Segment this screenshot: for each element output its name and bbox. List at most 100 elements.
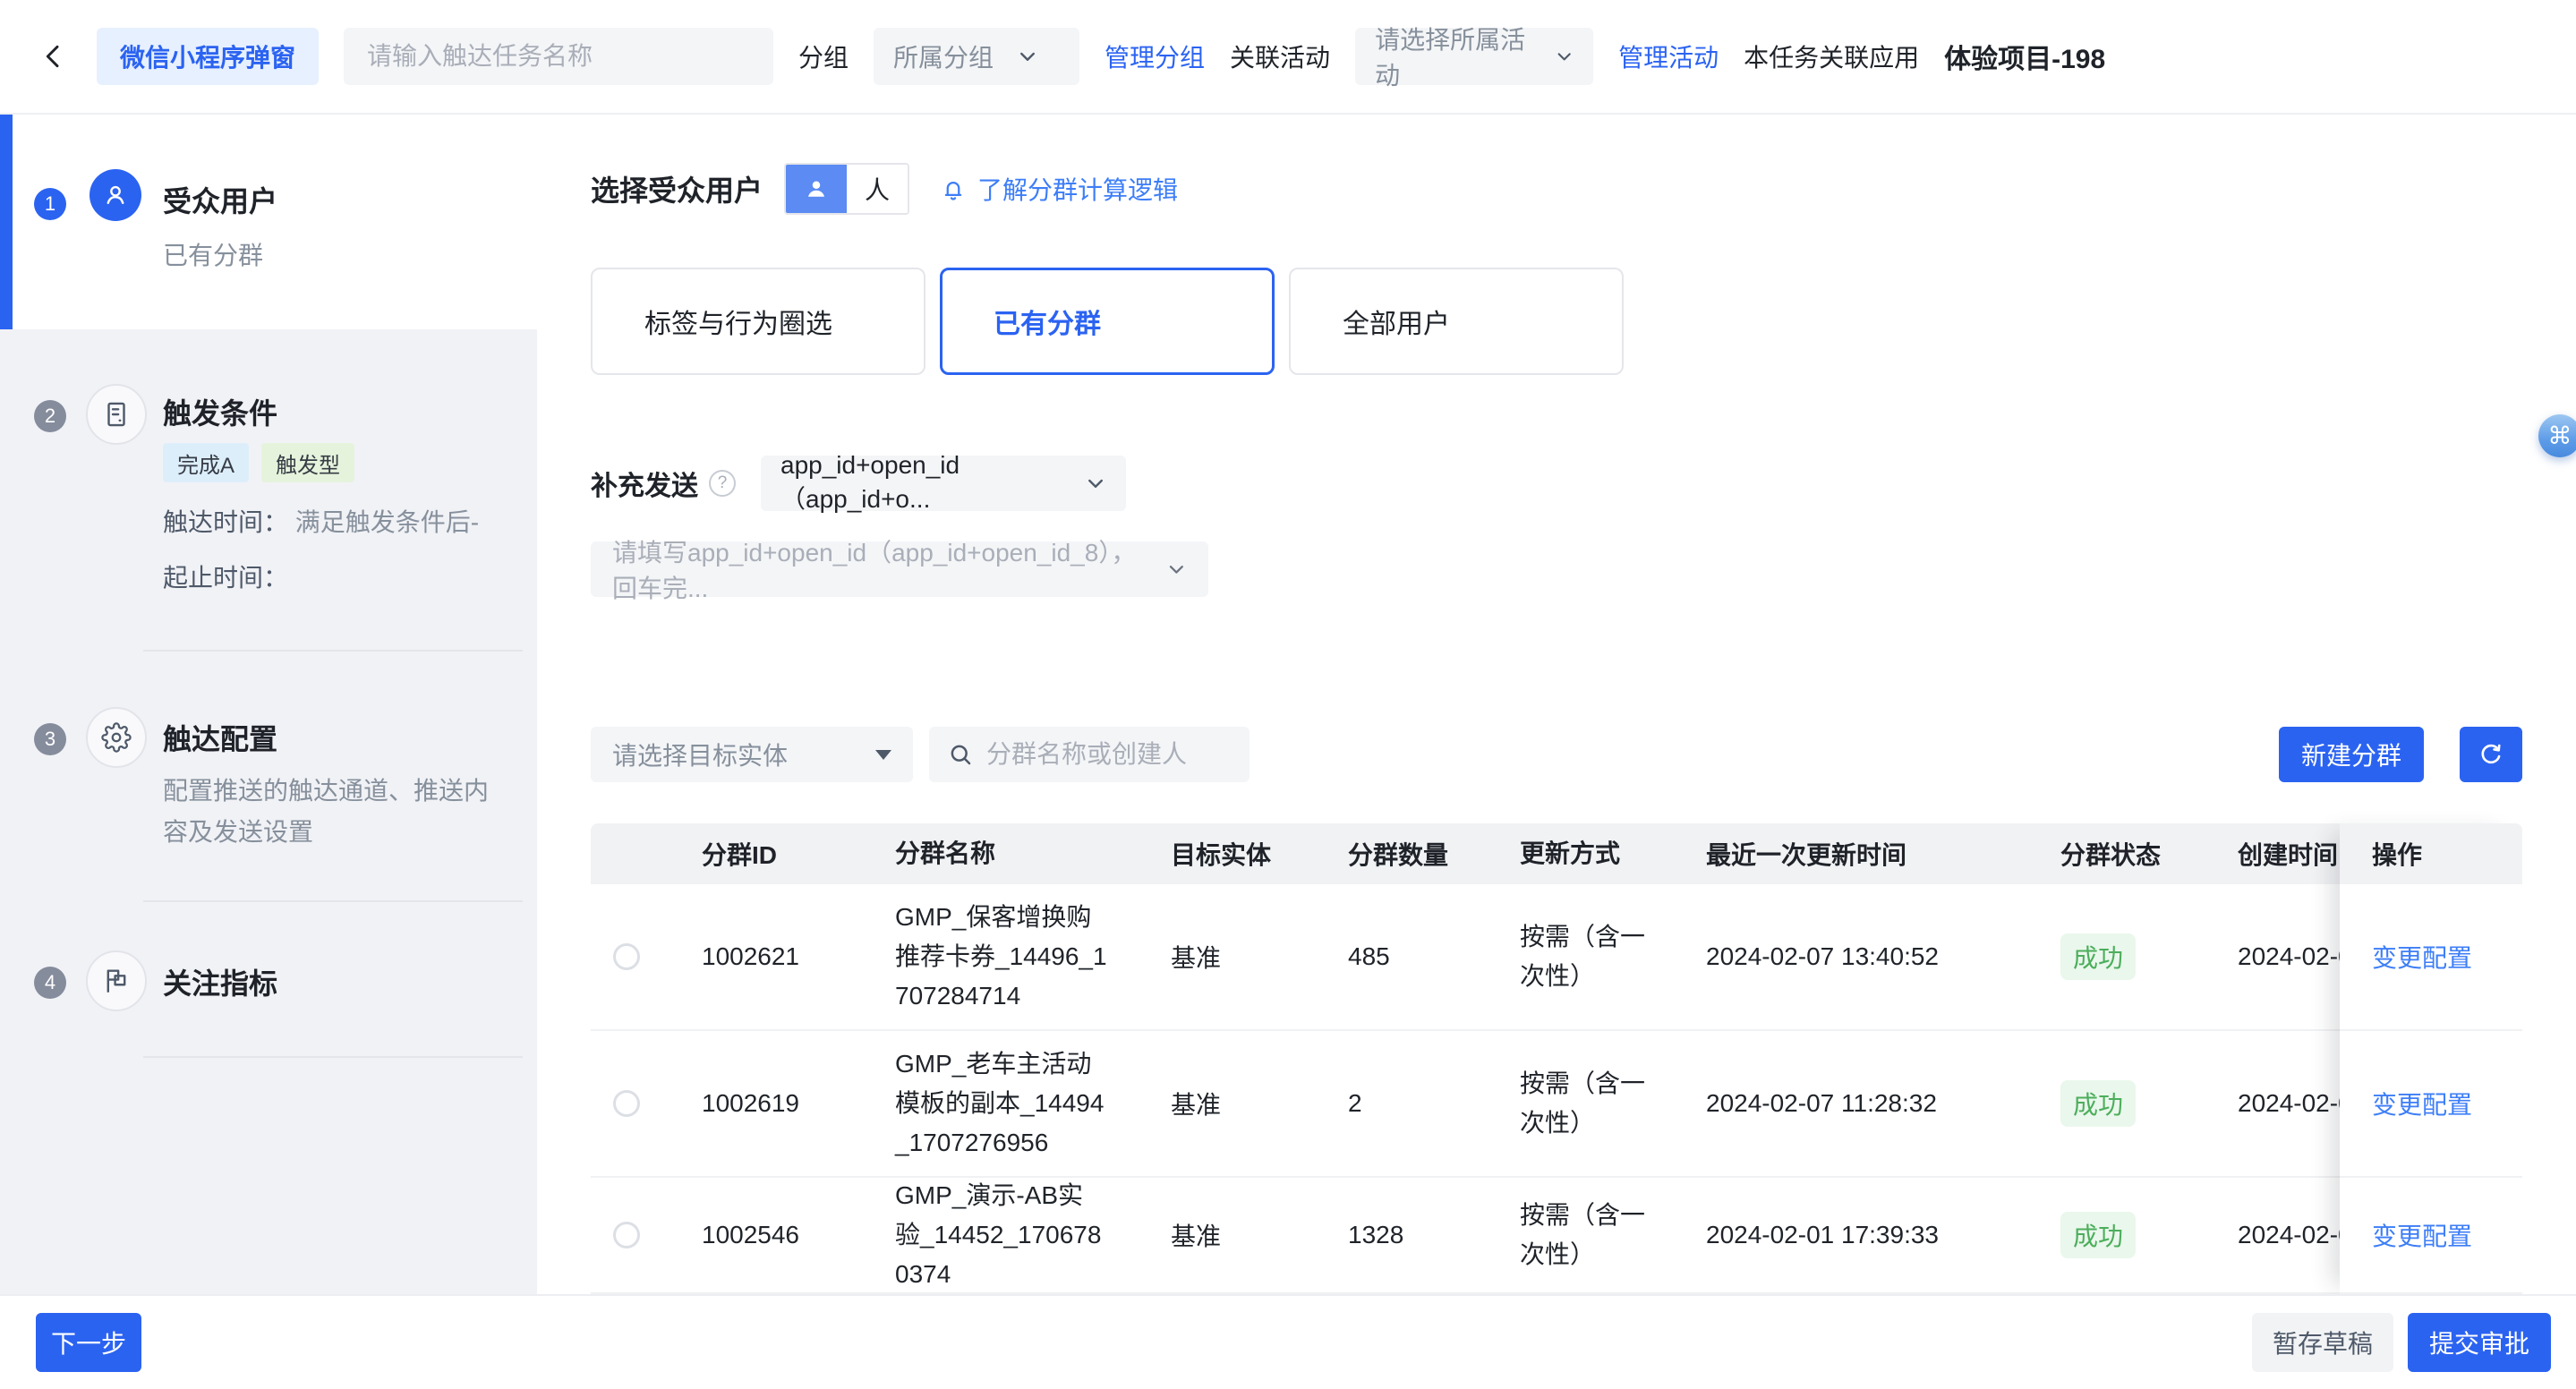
flag-icon [86,950,147,1011]
col-header-name: 分群名称 [859,834,1128,873]
card-all-users[interactable]: 全部用户 [1289,268,1624,375]
tag-trigger-type: 触发型 [261,443,354,482]
audience-type-cards: 标签与行为圈选 已有分群 全部用户 [591,268,2576,375]
main-content: 选择受众用户 人 了解分群计算逻辑 标签与行为圈选 已有分群 [537,115,2576,1294]
status-badge: 成功 [2060,933,2136,980]
group-select[interactable]: 所属分组 [874,28,1079,85]
task-name-input[interactable] [344,28,773,85]
table-row[interactable]: 1002621 GMP_保客增换购推荐卡券_14496_1707284714 基… [591,884,2522,1031]
supplement-label: 补充发送 [591,464,698,503]
change-config-link[interactable]: 变更配置 [2372,1217,2472,1253]
manage-group-link[interactable]: 管理分组 [1105,38,1205,74]
back-icon[interactable] [36,38,72,74]
cell-count: 2 [1307,1089,1480,1118]
divider [143,1056,523,1058]
segment-filter-row: 请选择目标实体 新建分群 [591,726,2522,783]
segments-table: 分群ID 分群名称 目标实体 分群数量 更新方式 最近一次更新时间 分群状态 创… [591,823,2522,1294]
audience-section-title: 选择受众用户 [591,168,763,209]
col-header-last-update: 最近一次更新时间 [1665,836,2017,872]
footer-bar: 下一步 暂存草稿 提交审批 [0,1294,2576,1389]
group-label: 分组 [798,38,849,74]
fixed-action-column: 操作 变更配置 变更配置 变更配置 [2340,823,2522,1294]
gear-icon [86,707,147,768]
step-title: 受众用户 [163,179,277,220]
save-draft-button[interactable]: 暂存草稿 [2252,1313,2393,1372]
form-icon [86,384,147,445]
cell-id: 1002621 [662,942,859,971]
cell-update-mode: 按需（含一次性） [1480,1196,1665,1274]
cell-entity: 基准 [1128,939,1307,975]
row-radio[interactable] [613,1222,640,1248]
cell-entity: 基准 [1128,1217,1307,1253]
cell-count: 1328 [1307,1221,1480,1249]
row-radio[interactable] [613,943,640,970]
sidebar-step-audience[interactable]: 1 受众用户 已有分群 [0,115,537,329]
refresh-button[interactable] [2460,727,2522,782]
cell-name: GMP_保客增换购推荐卡券_14496_1707284714 [859,898,1128,1016]
segment-help-link[interactable]: 了解分群计算逻辑 [940,171,1178,207]
cell-id: 1002546 [662,1221,859,1249]
related-app-value: 体验项目-198 [1944,37,2105,76]
chevron-down-icon [1017,46,1038,67]
audience-header-row: 选择受众用户 人 了解分群计算逻辑 [591,163,2576,215]
cell-name: GMP_老车主活动模板的副本_14494_1707276956 [859,1044,1128,1163]
col-header-status: 分群状态 [2017,836,2196,872]
table-row[interactable]: 1002619 GMP_老车主活动模板的副本_14494_1707276956 … [591,1031,2522,1178]
step-number-badge: 4 [34,967,66,999]
card-tag-behavior[interactable]: 标签与行为圈选 [591,268,925,375]
status-badge: 成功 [2060,1212,2136,1258]
step-number-badge: 2 [34,400,66,432]
tag-complete-a: 完成A [163,443,249,482]
top-bar: 微信小程序弹窗 分组 所属分组 管理分组 关联活动 请选择所属活动 管理活动 本… [0,0,2576,115]
table-row[interactable]: 1002546 GMP_演示-AB实验_14452_1706780374 基准 … [591,1178,2522,1294]
supplement-id-select[interactable]: app_id+open_id（app_id+o... [761,456,1126,511]
segment-search[interactable] [929,727,1250,782]
steps-sidebar: 1 受众用户 已有分群 2 触发条件 完成A 触发型 [0,115,537,1294]
col-header-id: 分群ID [662,836,859,872]
card-existing-segment[interactable]: 已有分群 [940,268,1275,375]
step-title: 触发条件 [163,391,277,432]
change-config-link[interactable]: 变更配置 [2372,1086,2472,1121]
chevron-down-icon [1555,46,1574,67]
entity-select-placeholder: 请选择目标实体 [612,737,788,772]
row-radio[interactable] [613,1090,640,1117]
cell-count: 485 [1307,942,1480,971]
task-type-chip[interactable]: 微信小程序弹窗 [97,28,319,85]
search-icon [947,741,974,768]
step-title: 关注指标 [163,961,277,1002]
chevron-down-icon [1166,558,1187,581]
step-subtitle: 已有分群 [163,236,263,272]
next-step-button[interactable]: 下一步 [36,1313,141,1372]
sidebar-step-metrics[interactable]: 4 关注指标 [0,902,537,1058]
cell-update-mode: 按需（含一次性） [1480,1064,1665,1143]
question-icon[interactable]: ? [709,470,736,497]
period-label: 起止时间： [163,564,288,592]
manage-activity-link[interactable]: 管理活动 [1618,38,1719,74]
refresh-icon [2477,740,2505,769]
page: 微信小程序弹窗 分组 所属分组 管理分组 关联活动 请选择所属活动 管理活动 本… [0,0,2576,1389]
table-header: 分群ID 分群名称 目标实体 分群数量 更新方式 最近一次更新时间 分群状态 创… [591,823,2522,884]
status-badge: 成功 [2060,1080,2136,1127]
supplement-row: 补充发送 ? app_id+open_id（app_id+o... [591,456,2576,511]
bell-icon [940,175,967,202]
supplement-id-input[interactable]: 请填写app_id+open_id（app_id+open_id_8），回车完.… [591,541,1208,597]
command-float-button[interactable]: ⌘ [2538,414,2576,457]
sidebar-step-trigger[interactable]: 2 触发条件 完成A 触发型 触达时间： 满足触发条件后- 起止时间： [0,329,537,652]
entity-select[interactable]: 请选择目标实体 [591,727,913,782]
supplement-select-value: app_id+open_id（app_id+o... [780,451,1085,516]
audience-count-control: 人 [784,163,909,215]
new-segment-button[interactable]: 新建分群 [2279,727,2424,782]
activity-label: 关联活动 [1230,38,1330,74]
col-header-update-mode: 更新方式 [1480,834,1665,873]
change-config-link[interactable]: 变更配置 [2372,939,2472,975]
group-select-value: 所属分组 [893,38,994,74]
sidebar-step-reach-config[interactable]: 3 触达配置 配置推送的触达通道、推送内容及发送设置 [0,652,537,902]
cell-name: GMP_演示-AB实验_14452_1706780374 [859,1176,1128,1294]
segment-search-input[interactable] [986,740,1232,769]
trigger-tags: 完成A 触发型 [163,443,354,482]
person-icon[interactable] [786,165,847,213]
activity-select[interactable]: 请选择所属活动 [1355,28,1593,85]
submit-approval-button[interactable]: 提交审批 [2408,1313,2551,1372]
caret-down-icon [875,750,891,760]
audience-unit: 人 [847,165,908,213]
